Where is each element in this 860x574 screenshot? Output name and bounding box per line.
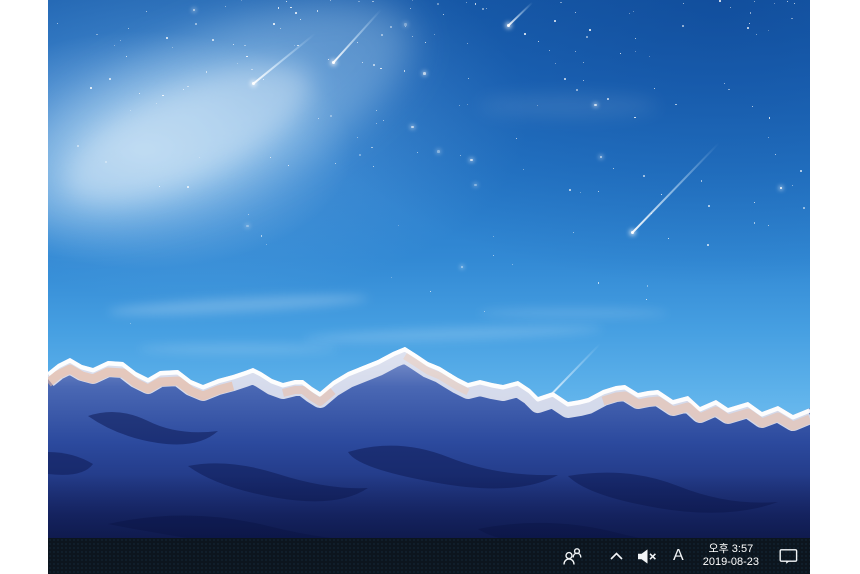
action-center-icon[interactable] bbox=[769, 538, 810, 574]
meteor-head bbox=[631, 231, 634, 234]
screen: A 오후 3:57 2019-08-23 bbox=[48, 0, 810, 574]
meteor-streak bbox=[332, 9, 382, 64]
volume-muted-icon[interactable] bbox=[631, 538, 664, 574]
desktop[interactable]: A 오후 3:57 2019-08-23 bbox=[48, 0, 810, 574]
clock-date: 2019-08-23 bbox=[703, 556, 759, 570]
meteor-head bbox=[507, 24, 510, 27]
meteor-streak bbox=[631, 142, 719, 233]
meteor-head bbox=[252, 82, 255, 85]
taskbar-clock[interactable]: 오후 3:57 2019-08-23 bbox=[693, 543, 769, 570]
meteor-streak bbox=[507, 2, 533, 27]
clock-time: 오후 3:57 bbox=[703, 543, 759, 557]
meteor-head bbox=[332, 61, 335, 64]
meteor-streak bbox=[252, 33, 315, 85]
taskbar[interactable]: A 오후 3:57 2019-08-23 bbox=[48, 538, 810, 574]
people-icon[interactable] bbox=[552, 538, 594, 574]
system-tray: A 오후 3:57 2019-08-23 bbox=[552, 538, 810, 574]
chevron-up-icon[interactable] bbox=[602, 538, 631, 574]
ime-indicator[interactable]: A bbox=[664, 538, 693, 574]
